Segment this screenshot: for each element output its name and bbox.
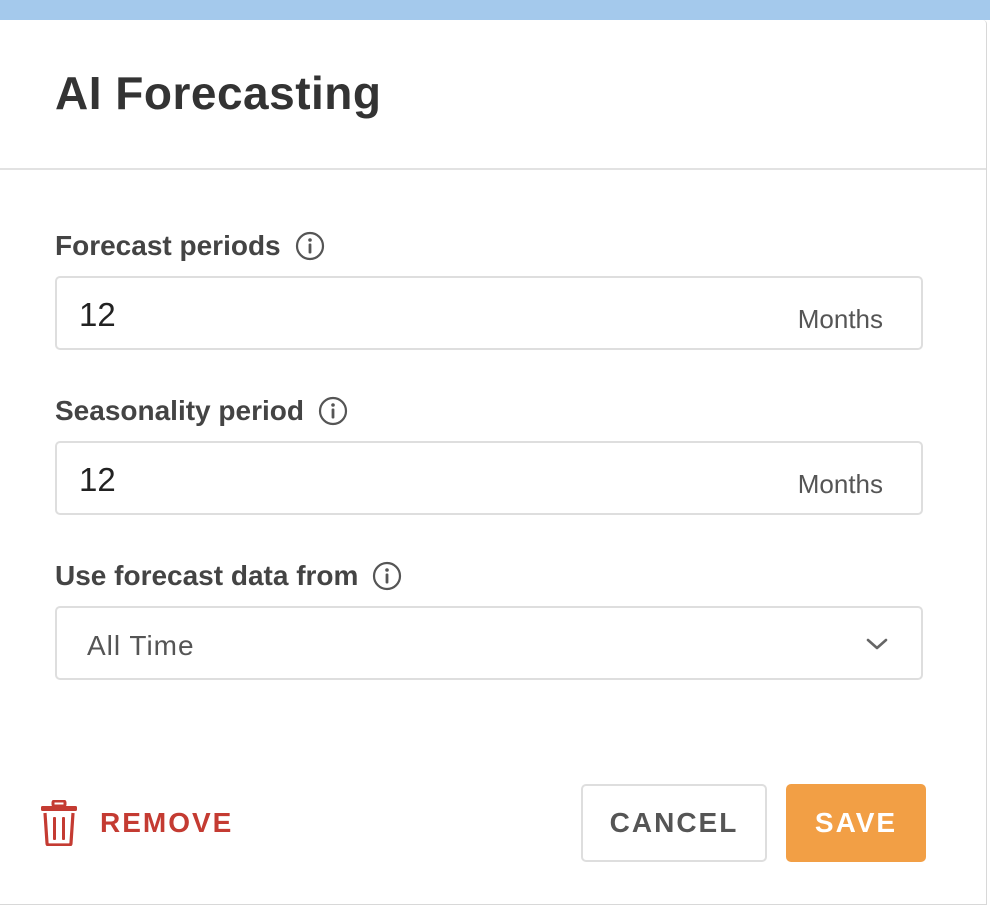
- forecast-periods-input[interactable]: 12 Months: [55, 276, 923, 350]
- ai-forecasting-dialog: AI Forecasting Forecast periods 12 Month…: [0, 20, 987, 905]
- cancel-button[interactable]: CANCEL: [581, 784, 767, 862]
- info-icon[interactable]: [295, 231, 325, 261]
- forecast-data-from-label-text: Use forecast data from: [55, 560, 359, 591]
- top-strip: [0, 0, 990, 20]
- seasonality-period-label: Seasonality period: [55, 395, 348, 427]
- seasonality-period-value: 12: [79, 461, 116, 498]
- remove-button[interactable]: REMOVE: [40, 800, 233, 846]
- info-icon[interactable]: [372, 561, 402, 591]
- chevron-down-icon: [865, 634, 889, 654]
- dialog-title: AI Forecasting: [55, 67, 382, 119]
- save-button[interactable]: SAVE: [786, 784, 926, 862]
- seasonality-period-input[interactable]: 12 Months: [55, 441, 923, 515]
- info-icon[interactable]: [318, 396, 348, 426]
- forecast-periods-value: 12: [79, 296, 116, 333]
- trash-icon: [40, 800, 78, 846]
- forecast-data-from-selected: All Time: [87, 630, 195, 661]
- forecast-data-from-label: Use forecast data from: [55, 560, 402, 592]
- forecast-periods-label: Forecast periods: [55, 230, 325, 262]
- forecast-data-from-select[interactable]: All Time: [55, 606, 923, 680]
- remove-label: REMOVE: [100, 807, 234, 838]
- forecast-periods-label-text: Forecast periods: [55, 230, 281, 261]
- forecast-periods-unit: Months: [797, 304, 883, 334]
- header-divider: [0, 168, 986, 170]
- seasonality-period-unit: Months: [797, 469, 883, 499]
- seasonality-period-label-text: Seasonality period: [55, 395, 304, 426]
